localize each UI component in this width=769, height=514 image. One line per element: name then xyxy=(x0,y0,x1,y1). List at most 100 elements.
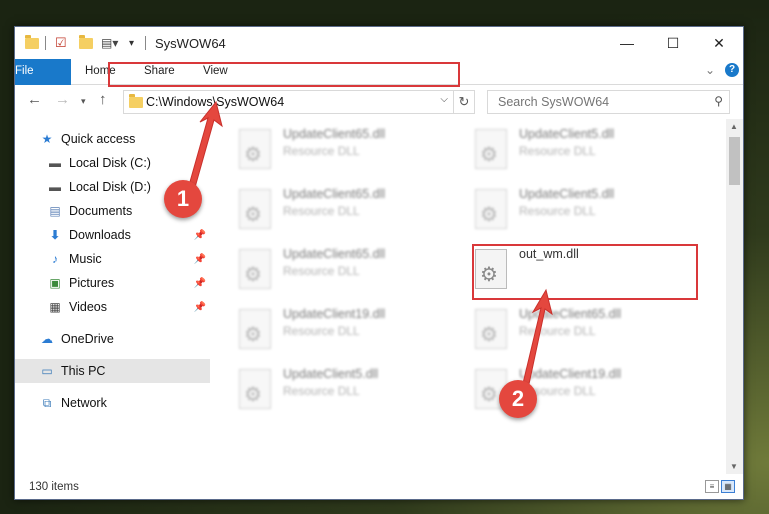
file-item[interactable]: UpdateClient19.dll Resource DLL xyxy=(239,305,459,355)
details-view-icon[interactable]: ≡ xyxy=(705,480,719,493)
chevron-down-icon[interactable]: ⌵ xyxy=(440,94,448,105)
sidebar-item-label: Music xyxy=(69,252,102,266)
sidebar-item-local-disk-c[interactable]: ▬ Local Disk (C:) xyxy=(47,151,242,175)
pin-icon[interactable]: 📌 xyxy=(194,302,206,313)
separator xyxy=(145,35,146,51)
customize-qat-icon[interactable]: ▤▾ xyxy=(101,35,118,51)
sidebar-item-this-pc[interactable]: ▭ This PC xyxy=(15,359,210,383)
file-item[interactable]: UpdateClient65.dll Resource DLL xyxy=(239,125,459,175)
file-type: Resource DLL xyxy=(283,384,360,398)
address-path[interactable]: C:\Windows\SysWOW64 xyxy=(146,95,284,109)
sidebar-item-label: Local Disk (D:) xyxy=(69,180,151,194)
recent-locations-icon[interactable]: ▾ xyxy=(81,96,86,107)
sidebar-item-label: Pictures xyxy=(69,276,115,290)
file-type: Resource DLL xyxy=(283,324,360,338)
sidebar-item-pictures[interactable]: ▣ Pictures 📌 xyxy=(47,271,210,295)
file-type: Resource DLL xyxy=(519,324,596,338)
address-row: ← → ▾ ↑ C:\Windows\SysWOW64 ⌵ ↻ ⚲ xyxy=(15,85,743,117)
step-2-badge: 2 xyxy=(499,380,537,418)
help-icon[interactable]: ? xyxy=(725,63,739,77)
expand-ribbon-icon[interactable]: ⌄ xyxy=(705,63,715,77)
sidebar-item-music[interactable]: ♪ Music 📌 xyxy=(47,247,210,271)
scroll-thumb[interactable] xyxy=(729,137,740,185)
dll-file-icon xyxy=(475,129,507,169)
sidebar-item-onedrive[interactable]: ☁ OneDrive xyxy=(39,327,234,351)
sidebar-item-network[interactable]: ⧉ Network xyxy=(39,391,234,415)
dll-file-icon xyxy=(239,189,271,229)
file-item[interactable]: UpdateClient5.dll Resource DLL xyxy=(239,365,459,415)
sidebar-item-videos[interactable]: ▦ Videos 📌 xyxy=(47,295,210,319)
sidebar-item-label: This PC xyxy=(61,364,106,378)
drive-icon: ▬ xyxy=(49,180,61,194)
scroll-up-icon[interactable]: ▲ xyxy=(730,122,738,131)
search-icon[interactable]: ⚲ xyxy=(714,94,723,108)
dll-file-icon xyxy=(239,369,271,409)
computer-icon: ▭ xyxy=(41,364,53,378)
file-name: UpdateClient65.dll xyxy=(519,307,622,321)
file-item[interactable]: UpdateClient5.dll Resource DLL xyxy=(475,125,695,175)
step-1-badge: 1 xyxy=(164,180,202,218)
minimize-button[interactable]: — xyxy=(604,27,650,59)
vertical-scrollbar[interactable]: ▲ ▼ xyxy=(726,119,743,474)
file-highlight-box xyxy=(472,244,698,300)
back-icon[interactable]: ← xyxy=(27,91,42,108)
sidebar-item-local-disk-d[interactable]: ▬ Local Disk (D:) xyxy=(47,175,242,199)
file-type: Resource DLL xyxy=(519,144,596,158)
status-bar: 130 items ≡ ▦ xyxy=(15,476,743,498)
item-count: 130 items xyxy=(29,481,79,493)
address-highlight-box xyxy=(108,62,460,87)
address-bar[interactable]: C:\Windows\SysWOW64 ⌵ ↻ xyxy=(123,90,475,114)
dll-file-icon xyxy=(239,309,271,349)
file-type: Resource DLL xyxy=(283,264,360,278)
properties-icon[interactable]: ☑ xyxy=(55,35,67,51)
dll-file-icon xyxy=(475,189,507,229)
file-name: UpdateClient65.dll xyxy=(283,247,386,261)
file-item[interactable]: UpdateClient65.dll Resource DLL xyxy=(239,185,459,235)
file-item[interactable]: UpdateClient65.dll Resource DLL xyxy=(239,245,459,295)
file-item[interactable]: UpdateClient65.dll Resource DLL xyxy=(475,305,695,355)
sidebar-item-label: Documents xyxy=(69,204,133,218)
up-icon[interactable]: ↑ xyxy=(99,91,107,108)
network-icon: ⧉ xyxy=(42,395,52,410)
scroll-down-icon[interactable]: ▼ xyxy=(730,462,738,471)
file-item[interactable]: UpdateClient5.dll Resource DLL xyxy=(475,185,695,235)
folder-icon xyxy=(25,34,39,51)
file-type: Resource DLL xyxy=(283,144,360,158)
pictures-icon: ▣ xyxy=(49,276,61,290)
dll-file-icon xyxy=(475,309,507,349)
folder-icon xyxy=(129,94,143,108)
maximize-button[interactable]: ☐ xyxy=(650,27,696,59)
search-input[interactable] xyxy=(496,91,710,113)
dll-file-icon xyxy=(239,249,271,289)
new-folder-icon[interactable] xyxy=(79,34,93,51)
qat-dropdown-icon[interactable]: ▾ xyxy=(129,35,134,51)
file-name: UpdateClient65.dll xyxy=(283,187,386,201)
forward-icon[interactable]: → xyxy=(55,91,70,108)
sidebar-item-label: Local Disk (C:) xyxy=(69,156,151,170)
refresh-icon[interactable]: ↻ xyxy=(453,91,474,113)
search-box[interactable]: ⚲ xyxy=(487,90,730,114)
sidebar-item-label: Network xyxy=(61,396,107,410)
title-bar: ☑ ▤▾ ▾ SysWOW64 — ☐ ✕ xyxy=(15,27,743,59)
navigation-pane: ★ Quick access ▬ Local Disk (C:) ▬ Local… xyxy=(15,119,210,474)
drive-icon: ▬ xyxy=(49,156,61,170)
pin-icon[interactable]: 📌 xyxy=(194,254,206,265)
download-icon: ⬇ xyxy=(49,228,61,242)
large-icons-view-icon[interactable]: ▦ xyxy=(721,480,735,493)
file-type: Resource DLL xyxy=(283,204,360,218)
sidebar-item-label: Downloads xyxy=(69,228,131,242)
file-type: Resource DLL xyxy=(519,204,596,218)
music-icon: ♪ xyxy=(52,252,58,266)
pin-icon[interactable]: 📌 xyxy=(194,230,206,241)
documents-icon: ▤ xyxy=(49,204,61,218)
file-name: UpdateClient5.dll xyxy=(519,127,615,141)
dll-file-icon xyxy=(239,129,271,169)
sidebar-item-label: Quick access xyxy=(61,132,136,146)
file-name: UpdateClient65.dll xyxy=(283,127,386,141)
star-icon: ★ xyxy=(41,132,53,146)
pin-icon[interactable]: 📌 xyxy=(194,278,206,289)
sidebar-item-quick-access[interactable]: ★ Quick access xyxy=(39,127,234,151)
close-button[interactable]: ✕ xyxy=(696,27,742,59)
sidebar-item-downloads[interactable]: ⬇ Downloads 📌 xyxy=(47,223,210,247)
cloud-icon: ☁ xyxy=(41,332,53,346)
